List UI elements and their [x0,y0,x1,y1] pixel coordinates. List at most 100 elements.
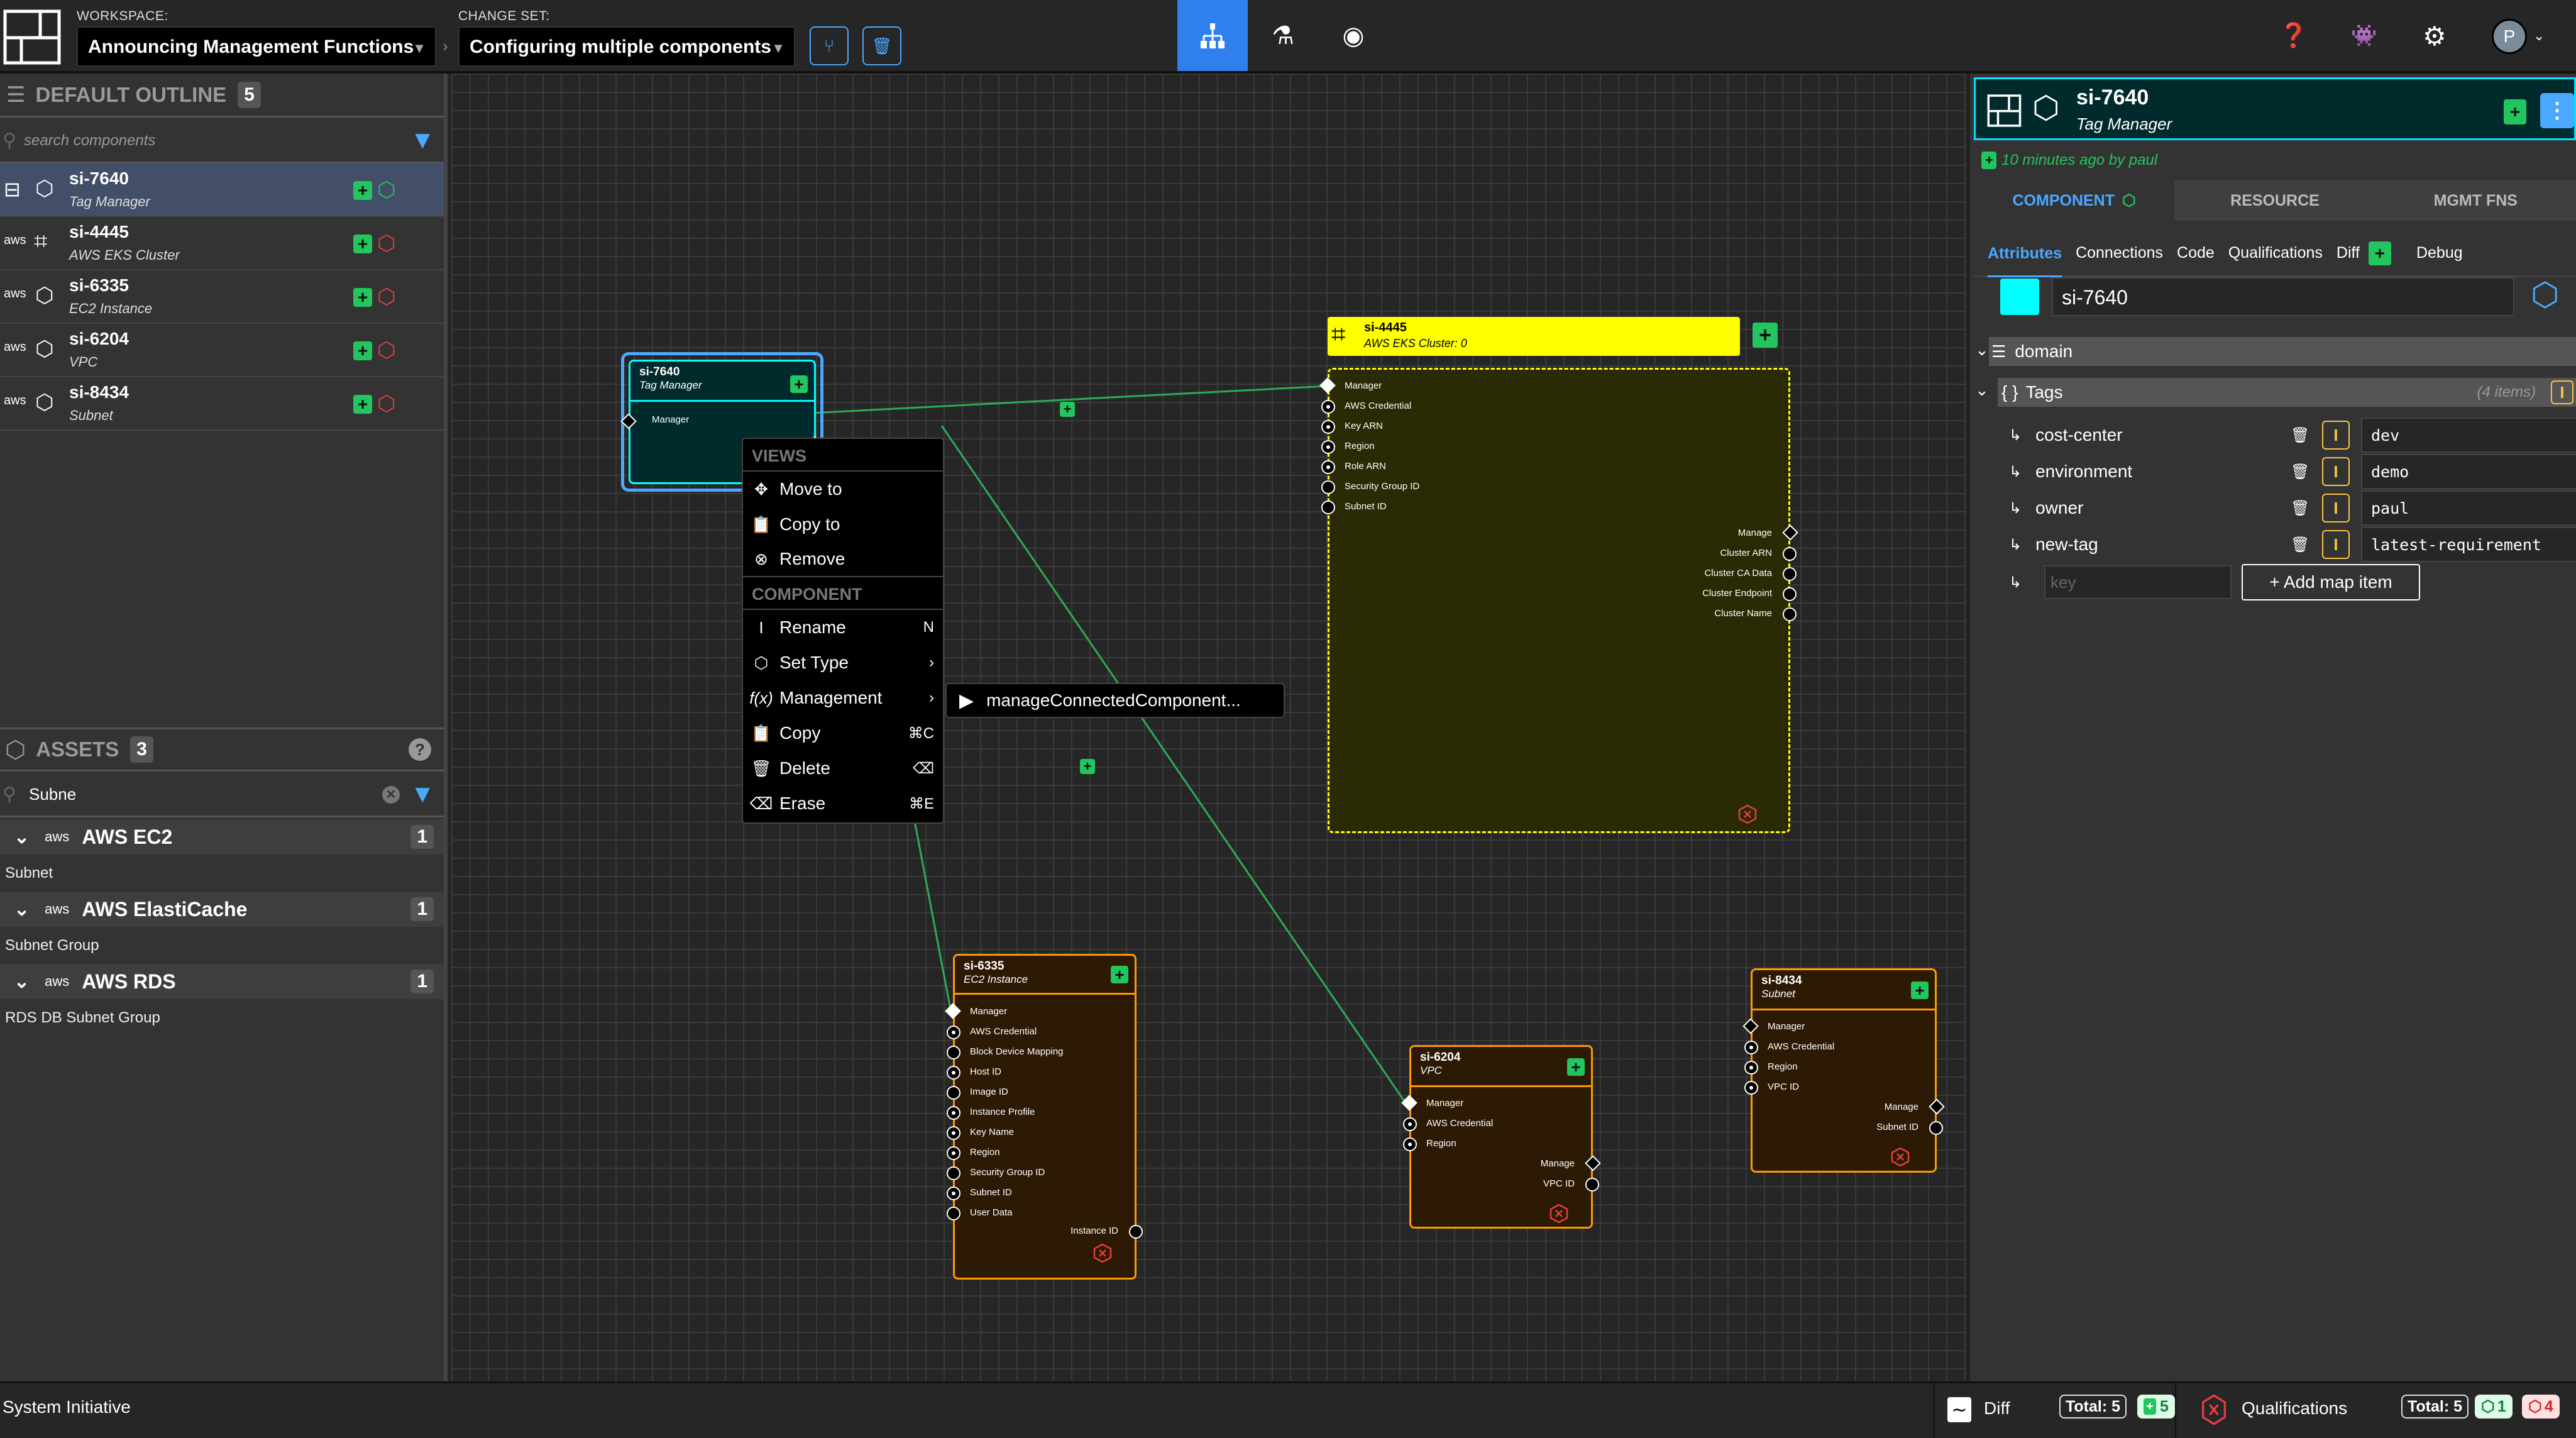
subtab-attributes[interactable]: Attributes [1988,245,2062,277]
added-icon: + [1567,1058,1585,1076]
subtab-qualifications[interactable]: Qualifications [2228,244,2323,262]
menu-item-remove[interactable]: ⊗ Remove [743,542,943,577]
create-changeset-button[interactable]: ⑂ [810,26,849,65]
color-swatch[interactable] [2000,279,2039,315]
discord-button[interactable]: 👾 [2348,20,2380,52]
set-value-icon[interactable]: I [2551,380,2573,404]
chevron-down-icon: ⌄ [14,899,30,920]
menu-item-delete[interactable]: 🗑 Delete ⌫ [743,751,943,786]
asset-item[interactable]: RDS DB Subnet Group [5,1009,160,1027]
model-tool-button[interactable] [1177,0,1248,71]
tags-section[interactable]: { } Tags (4 items) I [1998,378,2576,407]
node-si-4445-header[interactable]: ⌗ si-4445 AWS EKS Cluster: 0 [1328,317,1740,356]
menu-item-erase[interactable]: ⌫ Erase ⌘E [743,786,943,821]
set-value-icon[interactable]: I [2322,457,2350,486]
trash-icon[interactable]: 🗑 [2291,426,2309,445]
status-bar: System Initiative ∼ Diff Qualifications [0,1381,2576,1438]
chevron-down-icon[interactable]: ⌄ [1975,380,1989,400]
socket-label: Key ARN [1345,421,1383,431]
tag-value-input[interactable]: demo [2361,454,2576,489]
chevron-down-icon[interactable]: ⌄ [2533,28,2545,44]
asset-group[interactable]: ⌄ aws AWS RDS 1 [0,964,444,999]
settings-button[interactable]: ⚙ [2419,20,2450,52]
asset-group[interactable]: ⌄ aws AWS ElastiCache 1 [0,892,444,927]
subtab-connections[interactable]: Connections [2076,244,2163,262]
more-options-button[interactable]: ⋮ [2540,93,2574,128]
clear-search-icon[interactable]: ✕ [382,785,400,804]
menu-item-rename[interactable]: I Rename N [743,610,943,645]
node-name: si-6335 [964,960,1005,973]
chevron-down-icon: ▼ [771,40,785,56]
trash-icon[interactable]: 🗑 [2291,499,2309,517]
function-icon: f(x) [749,688,773,707]
name-input[interactable]: si-7640 [2052,277,2514,316]
outline-item[interactable]: aws ⬡ si-6335 EC2 Instance + ⬡ [0,270,444,324]
asset-item[interactable]: Subnet Group [5,937,99,954]
assets-search[interactable]: ⚲ Subne ✕ ▼ [0,773,444,817]
menu-item-set-type[interactable]: ⬡ Set Type › [743,645,943,680]
workspace-select[interactable]: Announcing Management Functions ▼ [77,26,436,67]
asset-group[interactable]: ⌄ aws AWS EC2 1 [0,819,444,855]
node-si-4445[interactable]: Manager AWS Credential Key ARN Region Role A… [1319,368,1798,833]
outline-search[interactable]: ⚲ search components ▼ [0,119,444,163]
outline-title: DEFAULT OUTLINE [35,82,227,106]
asset-item[interactable]: Subnet [5,865,53,882]
node-si-8434[interactable]: si-8434 Subnet + Manager AWS Credential Re… [1742,968,1945,1173]
filter-icon[interactable]: ▼ [410,780,435,809]
diagram-canvas[interactable]: + + si-7640 Tag Manager + Manager ⌗ si-4… [451,74,1966,1381]
menu-section-views: VIEWS [743,439,943,472]
added-icon: + [1111,966,1128,983]
set-value-icon[interactable]: I [2322,421,2350,450]
subtab-code[interactable]: Code [2177,244,2215,262]
diff-label[interactable]: Diff [1984,1398,2010,1419]
menu-item-management[interactable]: f(x) Management › [743,680,943,716]
tab-component[interactable]: COMPONENT ⬡ [1974,180,2175,221]
set-value-icon[interactable]: I [2322,530,2350,559]
tag-value-input[interactable]: dev [2361,418,2576,453]
help-icon[interactable]: ? [409,738,431,761]
tag-value-input[interactable]: paul [2361,490,2576,526]
socket-label: Manager [1345,380,1382,391]
help-button[interactable]: ❓ [2278,20,2309,52]
tab-mgmt-fns[interactable]: MGMT FNS [2375,180,2576,221]
abandon-changeset-button[interactable]: 🗑 [862,26,901,65]
socket-label: Cluster Name [1714,608,1772,619]
outline-item[interactable]: aws ⌗ si-4445 AWS EKS Cluster + ⬡ [0,217,444,270]
key-input[interactable]: key [2044,565,2232,599]
domain-section[interactable]: ☰ domain [1989,337,2576,366]
subtab-debug[interactable]: Debug [2416,244,2463,262]
help-icon: ❓ [2279,23,2309,49]
qualifications-label[interactable]: Qualifications [2242,1398,2347,1419]
asset-group-count: 1 [410,897,434,921]
menu-item-copy-to[interactable]: 📋 Copy to [743,507,943,542]
audit-tool-button[interactable]: ◉ [1318,0,1389,71]
trash-icon[interactable]: 🗑 [2291,536,2309,554]
management-submenu[interactable]: ▶ manageConnectedComponent... [945,683,1285,718]
subtab-diff[interactable]: Diff [2337,244,2360,262]
menu-item-copy[interactable]: 📋 Copy ⌘C [743,716,943,751]
menu-item-move-to[interactable]: ✥ Move to [743,472,943,507]
chevron-down-icon[interactable]: ⌄ [1975,340,1989,360]
changeset-select[interactable]: Configuring multiple components ▼ [458,26,795,67]
trash-icon[interactable]: 🗑 [2291,463,2309,481]
set-value-icon[interactable]: I [2322,494,2350,523]
outline-item[interactable]: ⊟ ⬡ si-7640 Tag Manager + ⬡ [0,163,444,217]
node-si-6335[interactable]: si-6335 EC2 Instance + Manager AWS Creden… [945,954,1143,1280]
outline-search-input[interactable]: search components [24,132,155,150]
outline-item[interactable]: aws ⬡ si-8434 Subnet + ⬡ [0,377,444,431]
tab-resource[interactable]: RESOURCE [2174,180,2375,221]
node-si-6204[interactable]: si-6204 VPC + Manager AWS Credential Regio… [1401,1045,1601,1229]
socket-label: VPC ID [1543,1178,1575,1189]
added-icon: + [1911,982,1929,999]
assets-search-input[interactable]: Subne [29,785,76,804]
filter-icon[interactable]: ▼ [410,126,435,155]
user-avatar[interactable]: P [2492,19,2527,54]
chevron-down-icon: ▼ [412,40,426,56]
added-icon: + [353,288,372,307]
outline-item[interactable]: aws ⬡ si-6204 VPC + ⬡ [0,324,444,377]
add-map-item-button[interactable]: + Add map item [2242,564,2420,600]
customize-tool-button[interactable]: ⚗ [1248,0,1318,71]
socket-label: Cluster Endpoint [1702,588,1772,599]
tab-label: RESOURCE [2230,191,2320,209]
tag-value-input[interactable]: latest-requirement [2361,527,2576,562]
